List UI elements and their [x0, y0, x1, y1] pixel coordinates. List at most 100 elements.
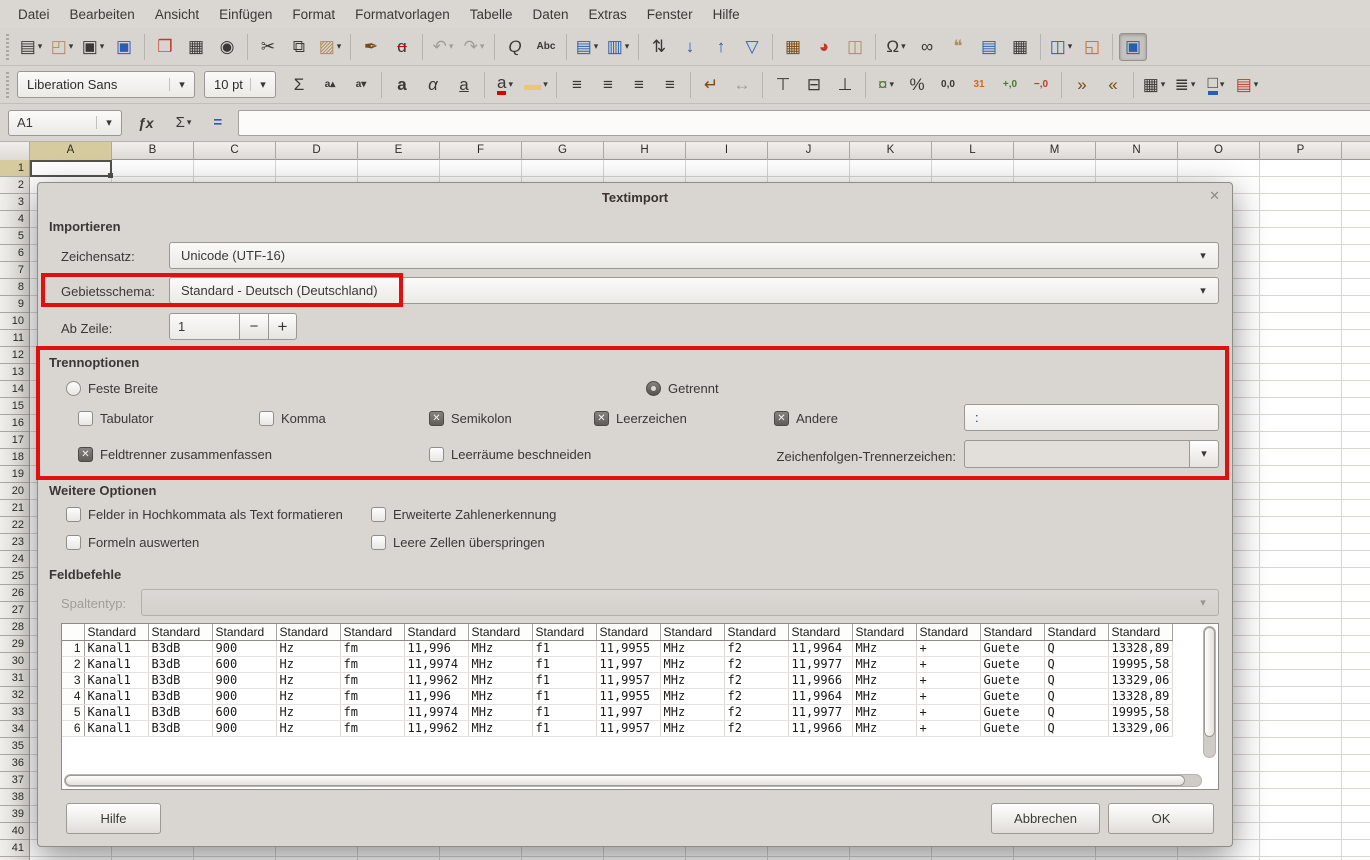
row-header-29[interactable]: 29	[0, 636, 29, 653]
row-header-36[interactable]: 36	[0, 755, 29, 772]
menu-item-ansicht[interactable]: Ansicht	[145, 3, 209, 26]
superscript-icon[interactable]: a▴	[316, 71, 344, 99]
currency-format-icon[interactable]: ¤▾	[872, 71, 900, 99]
increase-indent-icon[interactable]: »	[1068, 71, 1096, 99]
spinner-decrement-button[interactable]: −	[239, 313, 268, 340]
insert-chart-icon[interactable]: ◕	[810, 33, 838, 61]
save-remote-icon[interactable]: ▣	[110, 33, 138, 61]
border-style-icon[interactable]: ≣▾	[1171, 71, 1199, 99]
help-button[interactable]: Hilfe	[66, 803, 161, 834]
row-header-15[interactable]: 15	[0, 398, 29, 415]
row-header-21[interactable]: 21	[0, 500, 29, 517]
row-header-23[interactable]: 23	[0, 534, 29, 551]
new-spreadsheet-icon[interactable]: ▤▾	[17, 33, 45, 61]
menu-item-tabelle[interactable]: Tabelle	[460, 3, 523, 26]
column-header-a[interactable]: A	[30, 142, 112, 160]
menu-item-extras[interactable]: Extras	[579, 3, 637, 26]
chevron-down-icon[interactable]: ▾	[96, 116, 121, 129]
sort-icon[interactable]: ⇅	[645, 33, 673, 61]
row-header-28[interactable]: 28	[0, 619, 29, 636]
column-header-k[interactable]: K	[850, 142, 932, 160]
align-right-icon[interactable]: ≡	[625, 71, 653, 99]
font-size-combobox[interactable]: 10 pt ▾	[204, 71, 276, 98]
row-header-40[interactable]: 40	[0, 823, 29, 840]
print-icon[interactable]: ▦	[182, 33, 210, 61]
formula-icon[interactable]: =	[207, 113, 228, 132]
autofilter-icon[interactable]: ▽	[738, 33, 766, 61]
row-header-7[interactable]: 7	[0, 262, 29, 279]
preview-column-header-15[interactable]: Standard	[980, 624, 1044, 640]
preview-column-header-10[interactable]: Standard	[660, 624, 724, 640]
close-icon[interactable]: ✕	[1209, 188, 1220, 204]
open-icon[interactable]: ◰▾	[48, 33, 76, 61]
row-header-39[interactable]: 39	[0, 806, 29, 823]
row-header-37[interactable]: 37	[0, 772, 29, 789]
column-header-o[interactable]: O	[1178, 142, 1260, 160]
row-header-11[interactable]: 11	[0, 330, 29, 347]
save-icon[interactable]: ▣▾	[79, 33, 107, 61]
font-color-icon[interactable]: a▾	[491, 71, 519, 99]
highlight-color-icon[interactable]: ▬▾	[522, 71, 550, 99]
split-window-icon[interactable]: ◱	[1078, 33, 1106, 61]
row-header-34[interactable]: 34	[0, 721, 29, 738]
column-header-n[interactable]: N	[1096, 142, 1178, 160]
chevron-down-icon[interactable]: ▾	[169, 78, 194, 91]
detect-numbers-checkbox[interactable]	[371, 507, 386, 522]
menu-item-formatvorlagen[interactable]: Formatvorlagen	[345, 3, 460, 26]
copy-icon[interactable]: ⧉	[285, 33, 313, 61]
percent-format-icon[interactable]: %	[903, 71, 931, 99]
row-header-3[interactable]: 3	[0, 194, 29, 211]
toolbar-grip[interactable]	[4, 34, 11, 60]
preview-column-header-5[interactable]: Standard	[340, 624, 404, 640]
preview-column-header-12[interactable]: Standard	[788, 624, 852, 640]
row-header-26[interactable]: 26	[0, 585, 29, 602]
row-header-1[interactable]: 1	[0, 160, 29, 177]
delete-decimal-icon[interactable]: −,0	[1027, 71, 1055, 99]
row-header-24[interactable]: 24	[0, 551, 29, 568]
align-top-icon[interactable]: ⊤	[769, 71, 797, 99]
row-header-14[interactable]: 14	[0, 381, 29, 398]
preview-column-header-2[interactable]: Standard	[148, 624, 212, 640]
charset-combobox[interactable]: Unicode (UTF-16) ▾	[169, 242, 1219, 269]
cancel-button[interactable]: Abbrechen	[991, 803, 1100, 834]
borders-icon[interactable]: ▦▾	[1140, 71, 1168, 99]
column-header-f[interactable]: F	[440, 142, 522, 160]
bold-icon[interactable]: a	[388, 71, 416, 99]
ok-button[interactable]: OK	[1108, 803, 1214, 834]
select-all-corner[interactable]	[0, 142, 30, 160]
italic-icon[interactable]: α	[419, 71, 447, 99]
row-header-20[interactable]: 20	[0, 483, 29, 500]
quoted-as-text-checkbox[interactable]	[66, 507, 81, 522]
menu-item-daten[interactable]: Daten	[523, 3, 579, 26]
sum-icon[interactable]: Σ	[285, 71, 313, 99]
print-directly-icon[interactable]: ▦	[1006, 33, 1034, 61]
row-header-8[interactable]: 8	[0, 279, 29, 296]
row-header-5[interactable]: 5	[0, 228, 29, 245]
row-header-4[interactable]: 4	[0, 211, 29, 228]
column-header-i[interactable]: I	[686, 142, 768, 160]
show-draw-functions-icon[interactable]: ▣	[1119, 33, 1147, 61]
insert-row-icon[interactable]: ▤▾	[573, 33, 601, 61]
column-header-g[interactable]: G	[522, 142, 604, 160]
conditional-formatting-icon[interactable]: ▤▾	[1233, 71, 1261, 99]
number-format-icon[interactable]: 0,0	[934, 71, 962, 99]
from-row-input[interactable]: 1	[169, 313, 239, 340]
chevron-down-icon[interactable]: ▾	[1188, 284, 1218, 297]
row-header-35[interactable]: 35	[0, 738, 29, 755]
preview-vertical-scrollbar[interactable]	[1203, 626, 1216, 758]
align-center-icon[interactable]: ≡	[594, 71, 622, 99]
column-header-c[interactable]: C	[194, 142, 276, 160]
skip-empty-cells-checkbox[interactable]	[371, 535, 386, 550]
add-decimal-icon[interactable]: +,0	[996, 71, 1024, 99]
toolbar-grip[interactable]	[4, 72, 11, 98]
preview-column-header-6[interactable]: Standard	[404, 624, 468, 640]
row-header-2[interactable]: 2	[0, 177, 29, 194]
row-header-31[interactable]: 31	[0, 670, 29, 687]
preview-column-header-4[interactable]: Standard	[276, 624, 340, 640]
center-vertically-icon[interactable]: ⊟	[800, 71, 828, 99]
spinner-increment-button[interactable]: +	[268, 313, 297, 340]
row-header-16[interactable]: 16	[0, 415, 29, 432]
clear-formatting-icon[interactable]: ɑ	[388, 33, 416, 61]
preview-column-header-8[interactable]: Standard	[532, 624, 596, 640]
menu-item-bearbeiten[interactable]: Bearbeiten	[60, 3, 145, 26]
